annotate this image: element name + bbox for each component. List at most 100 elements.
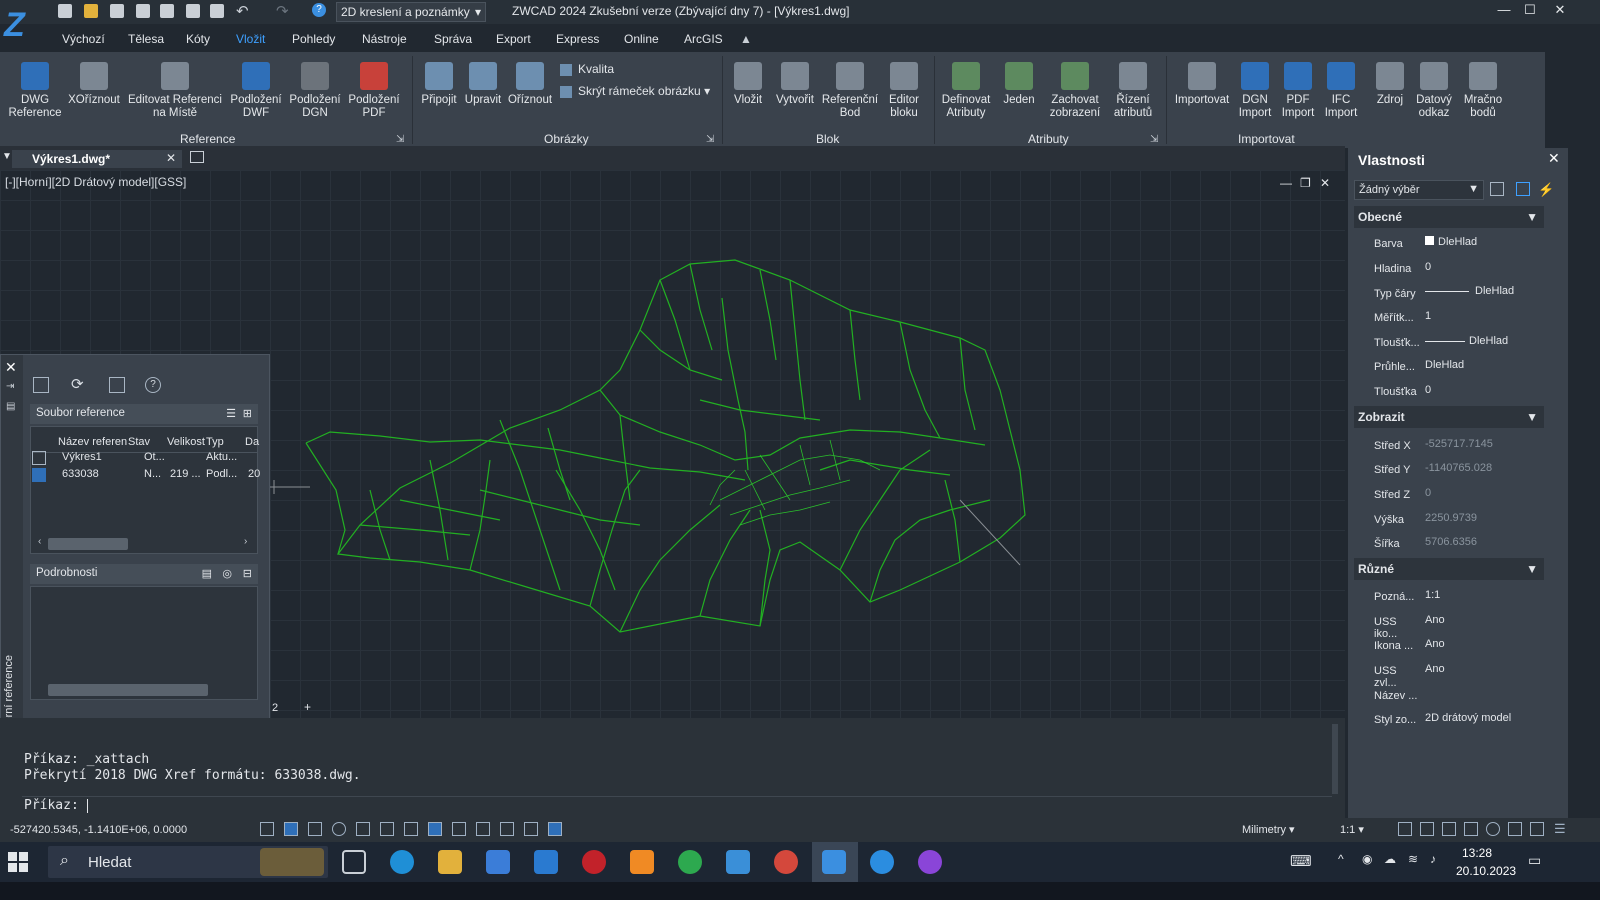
refresh-icon[interactable]: ⟳ <box>71 375 84 393</box>
xclip-button[interactable]: XOříznout <box>66 62 122 107</box>
annotation-scale-select[interactable]: 1:1 ▾ <box>1340 823 1364 836</box>
define-attributes-button[interactable]: Definovat Atributy <box>938 62 994 120</box>
section-view[interactable]: Zobrazit ▼ <box>1354 406 1544 428</box>
edit-reference-in-place-button[interactable]: Editovat Referenci na Místě <box>126 62 224 120</box>
onedrive-icon[interactable]: ☁ <box>1384 852 1396 866</box>
panel-launcher-icon[interactable]: ⇲ <box>396 134 404 145</box>
taskbar-search[interactable]: ⌕ Hledat <box>48 846 328 878</box>
section-general[interactable]: Obecné ▼ <box>1354 206 1544 228</box>
change-path-icon[interactable] <box>109 377 125 393</box>
menu-koty[interactable]: Kóty <box>186 32 210 46</box>
panel-launcher-icon[interactable]: ⇲ <box>1150 134 1158 145</box>
column-header-size[interactable]: Velikost <box>167 436 205 448</box>
help-icon[interactable]: ? <box>312 3 326 17</box>
new-tab-icon[interactable] <box>190 151 204 163</box>
table-row[interactable]: Výkres1 Ot... Aktu... <box>32 450 258 466</box>
quick-select-icon[interactable]: ⚡ <box>1538 182 1554 198</box>
properties-icon[interactable]: ▤ <box>6 401 15 412</box>
autohide-icon[interactable]: ⇥ <box>6 381 14 392</box>
dyn-icon[interactable] <box>428 822 442 836</box>
prop-value-linetype-scale[interactable]: 1 <box>1425 310 1545 322</box>
lock-ui-icon[interactable] <box>1464 822 1478 836</box>
prop-value-ucs-icon-origin[interactable]: Ano <box>1425 638 1545 650</box>
customization-icon[interactable]: ☰ <box>1554 821 1566 837</box>
close-properties-icon[interactable]: ✕ <box>1548 150 1560 167</box>
menu-pohledy[interactable]: Pohledy <box>292 32 335 46</box>
menu-telesa[interactable]: Tělesa <box>128 32 164 46</box>
prop-value-color[interactable]: DleHlad <box>1425 236 1545 248</box>
menu-express[interactable]: Express <box>556 32 599 46</box>
import-button[interactable]: Importovat <box>1170 62 1234 107</box>
chrome-icon[interactable] <box>774 850 798 874</box>
workspace-switch-icon[interactable] <box>1442 822 1456 836</box>
menu-nastroje[interactable]: Nástroje <box>362 32 407 46</box>
data-link-button[interactable]: Datový odkaz <box>1412 62 1456 120</box>
prop-value-annotation-scale[interactable]: 1:1 <box>1425 589 1545 601</box>
task-view-icon[interactable] <box>342 850 366 874</box>
edge-browser-icon[interactable] <box>390 850 414 874</box>
chrome-profile-icon[interactable] <box>678 850 702 874</box>
create-block-button[interactable]: Vytvořit <box>772 62 818 107</box>
menu-export[interactable]: Export <box>496 32 531 46</box>
coordinate-readout[interactable]: -527420.5345, -1.1410E+06, 0.0000 <box>10 824 187 836</box>
prop-value-ucs-per-viewport[interactable]: Ano <box>1425 663 1545 675</box>
polar-icon[interactable] <box>332 822 346 836</box>
microsoft-store-icon[interactable] <box>486 850 510 874</box>
volume-icon[interactable]: ♪ <box>1430 852 1436 866</box>
clip-image-button[interactable]: Oříznout <box>506 62 554 107</box>
ribbon-toggle-icon[interactable]: ▲ <box>740 32 752 46</box>
save-as-icon[interactable] <box>136 4 150 18</box>
prop-value-visual-style[interactable]: 2D drátový model <box>1425 712 1545 724</box>
dwf-underlay-button[interactable]: Podložení DWF <box>228 62 284 120</box>
command-prompt[interactable]: Příkaz: <box>24 798 88 813</box>
prop-value-lineweight[interactable]: DleHlad <box>1425 335 1545 347</box>
list-view-icon[interactable]: ☰ <box>226 407 236 420</box>
mail-icon[interactable] <box>534 850 558 874</box>
dwg-reference-button[interactable]: DWG Reference <box>8 62 62 120</box>
selection-dropdown[interactable]: Žádný výběr ▼ <box>1354 180 1484 200</box>
undo-icon[interactable]: ↶ <box>236 2 249 20</box>
document-tab[interactable]: Výkres1.dwg* <box>12 150 182 168</box>
close-window-button[interactable]: ✕ <box>1548 2 1572 22</box>
command-scrollbar[interactable] <box>1332 724 1338 794</box>
column-header-type[interactable]: Typ <box>206 436 224 448</box>
print-icon[interactable] <box>186 4 200 18</box>
auto-scale-icon[interactable] <box>1420 822 1434 836</box>
image-frame-button[interactable]: Skrýt rámeček obrázku ▾ <box>560 84 710 98</box>
redo-icon[interactable]: ↷ <box>276 2 289 20</box>
horizontal-scrollbar[interactable] <box>48 684 208 696</box>
horizontal-scrollbar[interactable] <box>48 538 128 550</box>
insert-block-button[interactable]: Vložit <box>728 62 768 107</box>
prop-value-transparency[interactable]: DleHlad <box>1425 359 1545 371</box>
annotation-visibility-icon[interactable] <box>1398 822 1412 836</box>
help-taskbar-icon[interactable] <box>870 850 894 874</box>
pdf-underlay-button[interactable]: Podložení PDF <box>346 62 402 120</box>
ortho-icon[interactable] <box>308 822 322 836</box>
collapse-icon[interactable]: ⊟ <box>243 567 252 580</box>
layout-tab[interactable]: 2 <box>270 700 292 716</box>
maximize-button[interactable]: ☐ <box>1518 2 1542 22</box>
clock-date[interactable]: 20.10.2023 <box>1456 864 1516 878</box>
column-header-date[interactable]: Da <box>245 436 259 448</box>
add-layout-icon[interactable]: + <box>304 700 311 714</box>
image-quality-button[interactable]: Kvalita <box>560 62 614 76</box>
wifi-icon[interactable]: ≋ <box>1408 852 1418 866</box>
dgn-underlay-button[interactable]: Podložení DGN <box>288 62 342 120</box>
zwcad-taskbar-icon[interactable] <box>822 850 846 874</box>
prop-value-ucs-icon-on[interactable]: Ano <box>1425 614 1545 626</box>
column-header-status[interactable]: Stav <box>128 436 150 448</box>
preview-icon[interactable]: ◎ <box>222 567 232 580</box>
scroll-right-icon[interactable]: › <box>244 536 247 547</box>
new-file-icon[interactable] <box>58 4 72 18</box>
tab-list-icon[interactable]: ▼ <box>2 151 12 162</box>
notification-icon[interactable]: ▭ <box>1528 852 1541 869</box>
open-folder-icon[interactable] <box>84 4 98 18</box>
clean-screen-icon[interactable] <box>1530 822 1544 836</box>
select-objects-icon[interactable] <box>1516 182 1530 196</box>
gitmind-icon[interactable] <box>630 850 654 874</box>
quick-properties-icon[interactable] <box>500 822 514 836</box>
edit-single-attribute-button[interactable]: Jeden <box>998 62 1040 107</box>
prop-value-linetype[interactable]: DleHlad <box>1425 285 1545 297</box>
remote-desktop-icon[interactable] <box>726 850 750 874</box>
color-app-icon[interactable] <box>918 850 942 874</box>
